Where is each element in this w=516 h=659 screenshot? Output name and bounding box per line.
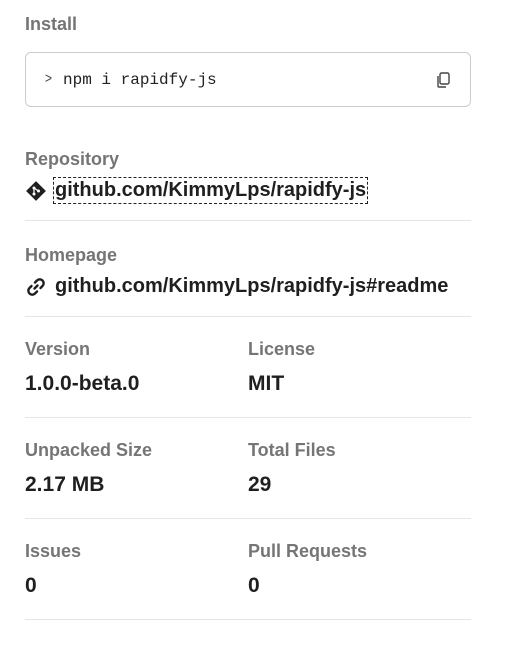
copy-icon-glyph xyxy=(437,71,450,88)
issues-heading: Issues xyxy=(25,541,82,561)
homepage-link[interactable]: github.com/KimmyLps/rapidfy-js#readme xyxy=(55,275,448,298)
repository-link[interactable]: github.com/KimmyLps/rapidfy-js xyxy=(52,177,369,204)
license-value: MIT xyxy=(248,372,285,395)
unpacked-size-value: 2.17 MB xyxy=(25,473,105,496)
install-command[interactable]: npm i rapidfy-js xyxy=(63,71,434,89)
issues-cell: Issues 0 xyxy=(25,539,248,599)
repository-heading: Repository xyxy=(25,149,120,169)
issues-pulls-row: Issues 0 Pull Requests 0 xyxy=(25,519,471,620)
pull-requests-cell: Pull Requests 0 xyxy=(248,539,471,599)
link-icon xyxy=(25,276,47,298)
total-files-heading: Total Files xyxy=(248,440,336,460)
package-sidebar: Install > npm i rapidfy-js Repository gi… xyxy=(25,0,471,620)
install-heading: Install xyxy=(25,14,78,34)
version-cell: Version 1.0.0-beta.0 xyxy=(25,337,248,397)
homepage-heading: Homepage xyxy=(25,245,118,265)
unpacked-size-cell: Unpacked Size 2.17 MB xyxy=(25,438,248,498)
homepage-link-row: github.com/KimmyLps/rapidfy-js#readme xyxy=(25,275,471,298)
license-cell: License MIT xyxy=(248,337,471,397)
total-files-cell: Total Files 29 xyxy=(248,438,471,498)
license-heading: License xyxy=(248,339,316,359)
repository-section: Repository github.com/KimmyLps/rapidfy-j… xyxy=(25,147,471,221)
unpacked-size-heading: Unpacked Size xyxy=(25,440,153,460)
prompt-chevron-icon: > xyxy=(44,71,53,88)
copy-icon[interactable] xyxy=(434,71,452,89)
repository-link-row: github.com/KimmyLps/rapidfy-js xyxy=(25,177,471,204)
total-files-value: 29 xyxy=(248,473,272,496)
install-command-box[interactable]: > npm i rapidfy-js xyxy=(25,52,471,107)
install-section: Install > npm i rapidfy-js xyxy=(25,12,471,107)
size-files-row: Unpacked Size 2.17 MB Total Files 29 xyxy=(25,418,471,519)
git-icon xyxy=(25,180,47,202)
version-heading: Version xyxy=(25,339,91,359)
pull-requests-heading: Pull Requests xyxy=(248,541,368,561)
issues-value[interactable]: 0 xyxy=(25,573,248,599)
version-value: 1.0.0-beta.0 xyxy=(25,372,140,395)
pull-requests-value[interactable]: 0 xyxy=(248,573,471,599)
homepage-section: Homepage github.com/KimmyLps/rapidfy-js#… xyxy=(25,221,471,317)
version-license-row: Version 1.0.0-beta.0 License MIT xyxy=(25,317,471,418)
